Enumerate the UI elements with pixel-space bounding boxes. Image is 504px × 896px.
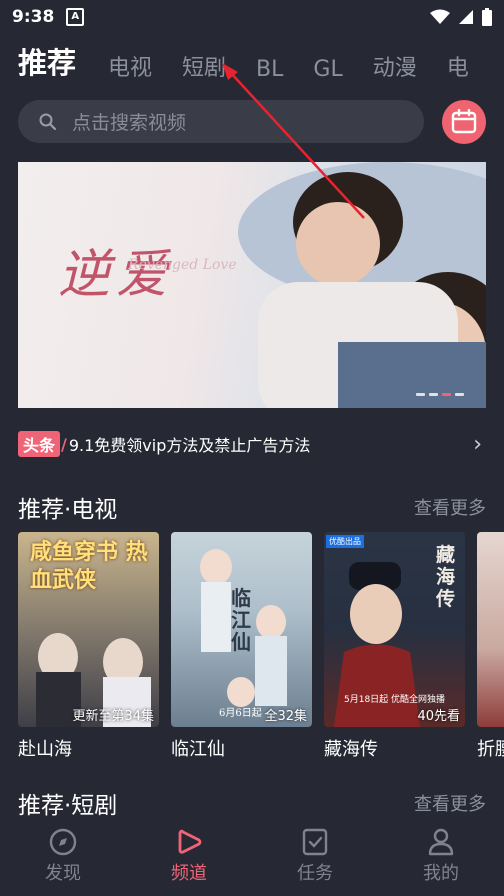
tab-recommend[interactable]: 推荐 — [18, 40, 76, 82]
tab-anime[interactable]: 动漫 — [373, 50, 417, 82]
tab-short-drama[interactable]: 短剧 — [182, 50, 226, 82]
nav-label: 频道 — [171, 863, 207, 884]
news-tag-slash: / — [61, 434, 67, 454]
banner-carousel[interactable]: 逆爱 Revenged Love — [18, 162, 486, 408]
calendar-icon — [451, 109, 477, 134]
signal-icon — [459, 10, 473, 24]
category-tabs: 推荐 电视 短剧 BL GL 动漫 电 — [18, 38, 504, 82]
video-poster: 优酷出品 藏海传 5月18日起 优酷全网独播 40先看 — [324, 532, 465, 727]
nav-tasks[interactable]: 任务 — [252, 821, 378, 896]
poster-date: 5月18日起 优酷全网独播 — [344, 695, 446, 705]
video-title: 赴山海 — [18, 739, 72, 760]
status-bar: 9:38 A — [0, 0, 504, 34]
section-header-tv: 推荐·电视 查看更多 — [18, 490, 486, 524]
user-icon — [428, 828, 454, 856]
video-poster: 临江仙 6月6日起 全32集 — [171, 532, 312, 727]
video-card[interactable]: 咸鱼穿书 热血武侠 更新至第34集 赴山海 — [18, 532, 159, 761]
poster-date: 6月6日起 — [219, 708, 262, 719]
episode-badge: 40先看 — [417, 709, 460, 724]
wifi-icon — [430, 9, 450, 24]
schedule-button[interactable] — [442, 100, 486, 144]
nav-label: 发现 — [45, 863, 81, 884]
tab-gl[interactable]: GL — [313, 57, 342, 82]
nav-discover[interactable]: 发现 — [0, 821, 126, 896]
compass-icon — [49, 828, 77, 856]
banner-subtitle: Revenged Love — [128, 257, 237, 273]
nav-label: 任务 — [297, 863, 333, 884]
poster-tagline: 咸鱼穿书 热血武侠 — [30, 539, 148, 593]
video-title: 藏海传 — [324, 739, 378, 760]
video-card[interactable]: 临江仙 6月6日起 全32集 临江仙 — [171, 532, 312, 761]
news-text: 9.1免费领vip方法及禁止广告方法 — [68, 436, 311, 455]
video-poster: 咸鱼穿书 热血武侠 更新至第34集 — [18, 532, 159, 727]
poster-title-art: 藏海传 — [436, 544, 456, 610]
see-more-tv-link[interactable]: 查看更多 — [414, 494, 486, 520]
episode-badge: 更新至第34集 — [72, 709, 154, 724]
tv-card-row: 咸鱼穿书 热血武侠 更新至第34集 赴山海 临江仙 6月6日起 全32集 临江仙 — [18, 532, 504, 762]
see-more-short-drama-link[interactable]: 查看更多 — [414, 790, 486, 816]
video-card[interactable]: 优酷出品 藏海传 5月18日起 优酷全网独播 40先看 藏海传 — [324, 532, 465, 761]
video-poster — [477, 532, 504, 727]
nav-profile[interactable]: 我的 — [378, 821, 504, 896]
section-header-short-drama: 推荐·短剧 查看更多 — [18, 786, 486, 820]
search-bar[interactable]: 点击搜索视频 — [18, 100, 424, 143]
nav-label: 我的 — [423, 863, 459, 884]
video-card[interactable]: 折腰 — [477, 532, 504, 761]
notification-a-icon: A — [66, 8, 85, 26]
carousel-dot — [429, 393, 438, 396]
chevron-right-icon: › — [473, 431, 482, 457]
tab-movie[interactable]: 电 — [447, 50, 469, 82]
carousel-dot — [455, 393, 464, 396]
play-icon — [178, 829, 202, 854]
poster-title-art: 临江仙 — [231, 586, 251, 654]
tab-tv[interactable]: 电视 — [108, 50, 152, 82]
video-title: 临江仙 — [171, 739, 225, 760]
news-tag: 头条 — [18, 431, 61, 457]
battery-icon — [482, 8, 492, 26]
task-icon — [302, 828, 328, 856]
bottom-navigation: 发现 频道 任务 我的 — [0, 821, 504, 896]
status-time: 9:38 — [12, 7, 55, 27]
search-placeholder: 点击搜索视频 — [72, 112, 187, 134]
carousel-dot — [416, 393, 425, 396]
search-icon — [39, 113, 57, 130]
section-title-tv: 推荐·电视 — [18, 497, 118, 523]
status-indicators — [430, 8, 492, 26]
tab-bl[interactable]: BL — [256, 57, 283, 82]
carousel-indicator — [416, 393, 464, 396]
episode-badge: 全32集 — [264, 709, 307, 724]
news-ticker[interactable]: 头条 / 9.1免费领vip方法及禁止广告方法 › — [18, 430, 486, 458]
carousel-dot-active — [442, 393, 451, 396]
video-title: 折腰 — [477, 739, 504, 760]
poster-top-badge: 优酷出品 — [326, 535, 364, 548]
nav-channel[interactable]: 频道 — [126, 821, 252, 896]
section-title-short-drama: 推荐·短剧 — [18, 793, 118, 819]
